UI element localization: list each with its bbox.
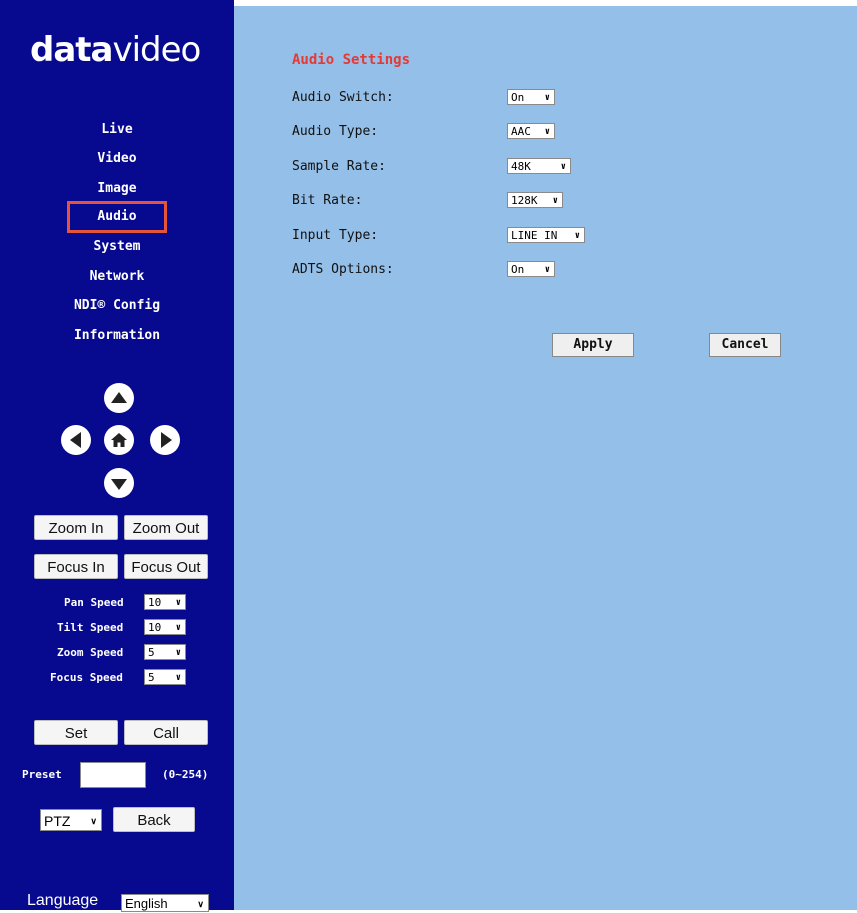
nav-video[interactable]: Video (0, 150, 234, 168)
audio-switch-select[interactable]: On ∨ (507, 89, 555, 105)
audio-type-select[interactable]: AAC ∨ (507, 123, 555, 139)
ptz-down-button[interactable] (104, 468, 134, 498)
nav-information[interactable]: Information (0, 327, 234, 345)
back-button[interactable]: Back (113, 807, 195, 832)
sample-rate-label: Sample Rate: (292, 159, 386, 174)
bit-rate-label: Bit Rate: (292, 193, 363, 208)
tilt-speed-label: Tilt Speed (57, 621, 124, 634)
zoom-speed-select[interactable]: 5 ∨ (144, 644, 186, 660)
chevron-down-icon: ∨ (544, 93, 550, 103)
arrow-right-icon (160, 432, 172, 448)
main-panel (234, 6, 857, 910)
zoom-speed-value: 5 (148, 646, 155, 659)
bit-rate-value: 128K (511, 194, 538, 207)
chevron-down-icon: ∨ (197, 899, 204, 909)
pan-speed-select[interactable]: 10 ∨ (144, 594, 186, 610)
nav-audio[interactable]: Audio (67, 201, 167, 233)
bit-rate-select[interactable]: 128K ∨ (507, 192, 563, 208)
focus-out-button[interactable]: Focus Out (124, 554, 208, 579)
nav-live[interactable]: Live (0, 121, 234, 139)
audio-type-label: Audio Type: (292, 124, 379, 139)
nav-system[interactable]: System (0, 238, 234, 256)
zoom-out-button[interactable]: Zoom Out (124, 515, 208, 540)
pan-speed-label: Pan Speed (64, 596, 124, 609)
preset-set-button[interactable]: Set (34, 720, 118, 745)
chevron-down-icon: ∨ (544, 127, 550, 137)
zoom-in-button[interactable]: Zoom In (34, 515, 118, 540)
preset-call-button[interactable]: Call (124, 720, 208, 745)
nav-ndi-config[interactable]: NDI® Config (0, 297, 234, 315)
chevron-down-icon: ∨ (560, 162, 566, 172)
focus-speed-select[interactable]: 5 ∨ (144, 669, 186, 685)
focus-speed-label: Focus Speed (50, 671, 123, 684)
chevron-down-icon: ∨ (552, 196, 558, 206)
focus-in-button[interactable]: Focus In (34, 554, 118, 579)
chevron-down-icon: ∨ (90, 816, 97, 826)
audio-switch-value: On (511, 91, 525, 104)
chevron-down-icon: ∨ (574, 231, 580, 241)
audio-type-value: AAC (511, 125, 531, 138)
chevron-down-icon: ∨ (175, 623, 181, 633)
audio-settings-title: Audio Settings (292, 52, 411, 68)
sidebar: datavideo Live Video Image Audio System … (0, 0, 234, 912)
arrow-up-icon (111, 391, 127, 403)
ptz-up-button[interactable] (104, 383, 134, 413)
audio-switch-label: Audio Switch: (292, 90, 394, 105)
input-type-label: Input Type: (292, 228, 379, 243)
nav-network[interactable]: Network (0, 268, 234, 286)
chevron-down-icon: ∨ (175, 673, 181, 683)
apply-button[interactable]: Apply (552, 333, 634, 357)
arrow-down-icon (111, 478, 127, 490)
preset-label: Preset (22, 768, 62, 781)
pan-speed-value: 10 (148, 596, 162, 609)
language-select[interactable]: English ∨ (121, 894, 209, 912)
chevron-down-icon: ∨ (175, 648, 181, 658)
cancel-button[interactable]: Cancel (709, 333, 781, 357)
input-type-value: LINE IN (511, 229, 558, 242)
chevron-down-icon: ∨ (544, 265, 550, 275)
chevron-down-icon: ∨ (175, 598, 181, 608)
ptz-left-button[interactable] (61, 425, 91, 455)
datavideo-logo: datavideo (30, 30, 201, 70)
tilt-speed-select[interactable]: 10 ∨ (144, 619, 186, 635)
home-icon (111, 433, 127, 447)
adts-options-value: On (511, 263, 525, 276)
language-label: Language (27, 892, 99, 909)
sample-rate-select[interactable]: 48K ∨ (507, 158, 571, 174)
logo-bold: data (30, 30, 113, 70)
focus-speed-value: 5 (148, 671, 155, 684)
input-type-select[interactable]: LINE IN ∨ (507, 227, 585, 243)
preset-input[interactable] (80, 762, 146, 788)
sample-rate-value: 48K (511, 160, 531, 173)
preset-range-label: (0~254) (162, 768, 209, 781)
zoom-speed-label: Zoom Speed (57, 646, 124, 659)
adts-options-select[interactable]: On ∨ (507, 261, 555, 277)
nav-image[interactable]: Image (0, 180, 234, 198)
tilt-speed-value: 10 (148, 621, 162, 634)
ptz-right-button[interactable] (150, 425, 180, 455)
language-value: English (125, 896, 168, 911)
ptz-home-button[interactable] (104, 425, 134, 455)
ptz-mode-value: PTZ (44, 813, 71, 829)
logo-thin: video (112, 30, 201, 70)
adts-options-label: ADTS Options: (292, 262, 394, 277)
ptz-mode-select[interactable]: PTZ ∨ (40, 809, 102, 831)
arrow-left-icon (69, 432, 81, 448)
